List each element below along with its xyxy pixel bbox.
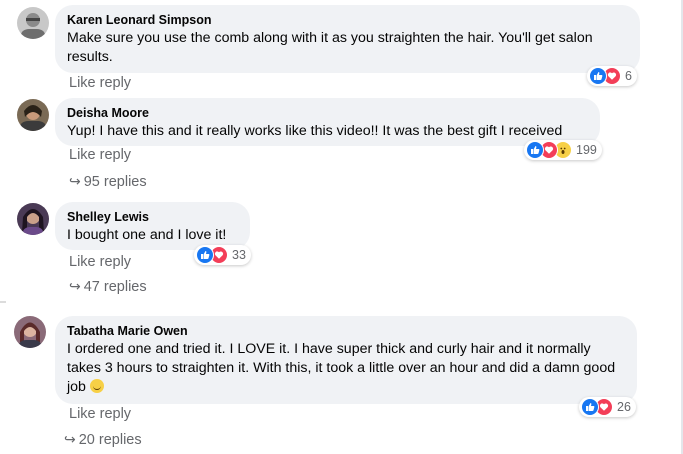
avatar[interactable] (17, 203, 49, 235)
comment-text: I bought one and I love it! (67, 227, 227, 243)
comment-bubble: Tabatha Marie Owen I ordered one and tri… (55, 316, 637, 404)
reaction-count: 26 (617, 400, 631, 414)
comment-bubble: Karen Leonard Simpson Make sure you use … (55, 5, 640, 73)
view-replies-link[interactable]: ↪ 47 replies (69, 278, 147, 295)
reply-arrow-icon: ↪ (69, 278, 81, 294)
comment-actions: Like reply (69, 406, 131, 422)
comment-text: I ordered one and tried it. I LOVE it. I… (67, 340, 625, 397)
view-replies-link[interactable]: ↪ 95 replies (69, 173, 147, 190)
like-reply-link[interactable]: Like reply (69, 254, 131, 270)
comment-text: Make sure you use the comb along with it… (67, 30, 593, 65)
like-reply-link[interactable]: Like reply (69, 75, 131, 91)
replies-count-label: 20 replies (78, 432, 142, 448)
comment-author[interactable]: Deisha Moore (67, 106, 588, 121)
avatar[interactable] (17, 7, 49, 39)
reaction-count: 6 (625, 69, 632, 83)
comment-actions: Like reply (69, 254, 131, 270)
replies-count-label: 95 replies (83, 174, 147, 190)
replies-count-label: 47 replies (83, 279, 147, 295)
reaction-summary[interactable]: 26 (579, 397, 636, 417)
reaction-count: 199 (576, 143, 597, 157)
reply-arrow-icon: ↪ (64, 431, 76, 447)
comment-actions: Like reply (69, 75, 131, 91)
reaction-summary[interactable]: 6 (587, 66, 637, 86)
view-replies-link[interactable]: ↪ 20 replies (64, 431, 142, 448)
reaction-summary[interactable]: 199 (524, 140, 602, 160)
like-icon (526, 141, 544, 159)
comment-bubble: Shelley Lewis I bought one and I love it… (55, 202, 250, 250)
avatar[interactable] (14, 316, 46, 348)
reaction-summary[interactable]: 33 (194, 245, 251, 265)
comment-actions: Like reply (69, 147, 131, 163)
like-reply-link[interactable]: Like reply (69, 147, 131, 163)
divider (0, 301, 6, 303)
comment-bubble: Deisha Moore Yup! I have this and it rea… (55, 98, 600, 146)
like-reply-link[interactable]: Like reply (69, 406, 131, 422)
like-icon (589, 67, 607, 85)
like-icon (581, 398, 599, 416)
comment-text: Yup! I have this and it really works lik… (67, 123, 563, 139)
comment-author[interactable]: Shelley Lewis (67, 210, 238, 225)
comment-author[interactable]: Tabatha Marie Owen (67, 324, 625, 339)
reply-arrow-icon: ↪ (69, 173, 81, 189)
reaction-count: 33 (232, 248, 246, 262)
comment-author[interactable]: Karen Leonard Simpson (67, 13, 628, 28)
like-icon (196, 246, 214, 264)
smile-emoji-icon (89, 379, 104, 393)
avatar[interactable] (17, 99, 49, 131)
comment-text-body: I ordered one and tried it. I LOVE it. I… (67, 341, 616, 395)
